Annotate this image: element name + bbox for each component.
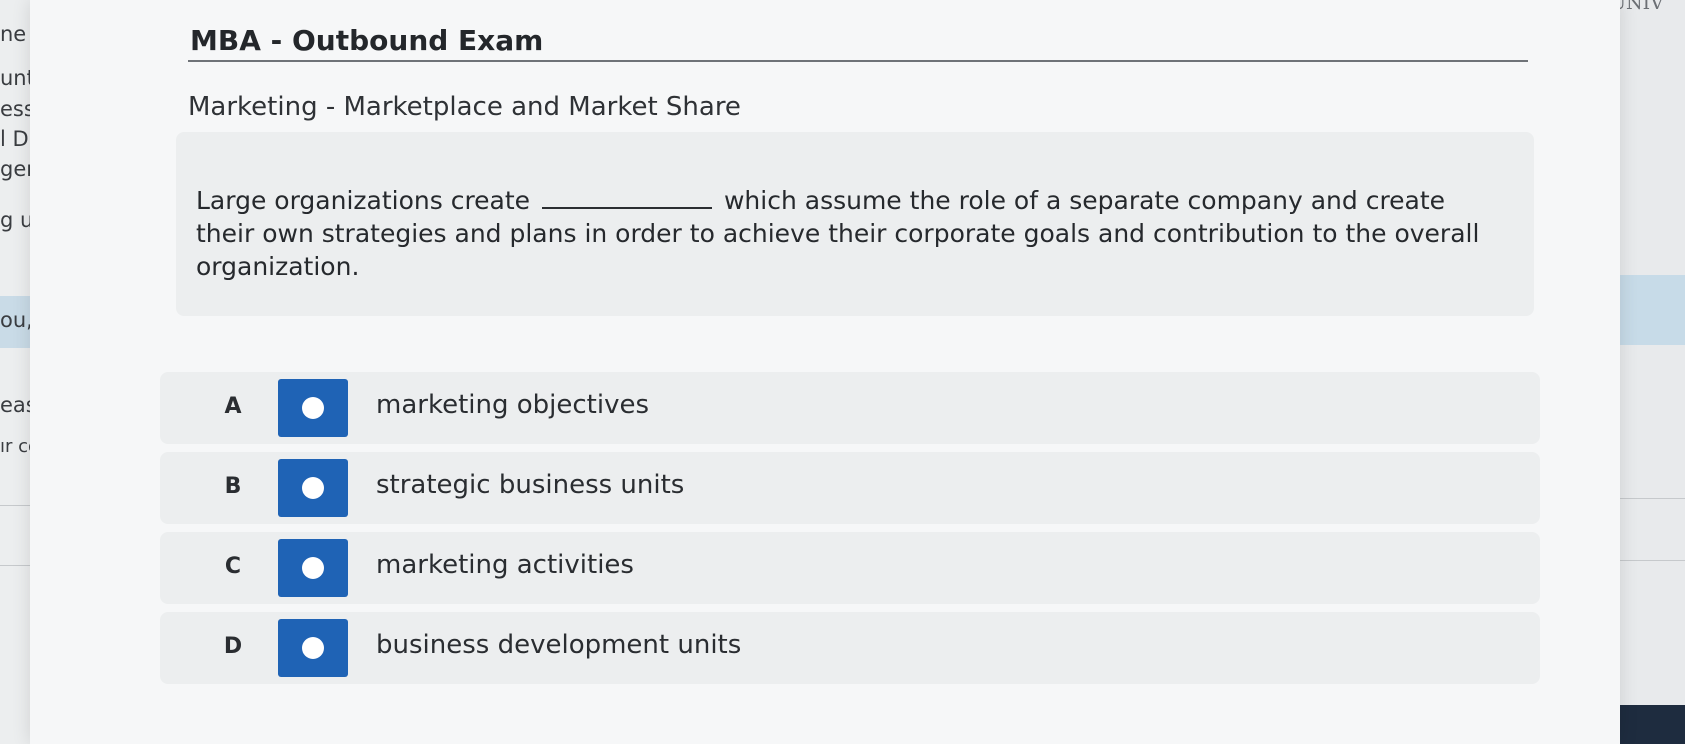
option-letter: D [223,634,243,659]
answer-option-c[interactable]: C marketing activities [160,532,1540,604]
question-box: Large organizations create which assume … [176,132,1534,316]
divider [1612,498,1685,499]
taskbar-fragment [1620,705,1685,744]
answer-option-d[interactable]: D business development units [160,612,1540,684]
option-label: marketing objectives [376,390,650,420]
exam-title: MBA - Outbound Exam [190,24,544,57]
answer-option-b[interactable]: B strategic business units [160,452,1540,524]
radio-button[interactable] [278,459,348,517]
exam-subtitle: Marketing - Marketplace and Market Share [188,92,741,122]
radio-button[interactable] [278,379,348,437]
radio-dot-icon [302,477,324,499]
option-letter: A [224,394,242,419]
background-window-right [1610,0,1685,744]
radio-dot-icon [302,557,324,579]
answer-option-a[interactable]: A marketing objectives [160,372,1540,444]
radio-dot-icon [302,637,324,659]
radio-dot-icon [302,397,324,419]
divider [1612,560,1685,561]
option-label: marketing activities [376,550,634,580]
question-text-before-blank: Large organizations create [196,186,531,215]
option-letter: C [224,554,242,579]
question-text: Large organizations create which assume … [196,184,1496,283]
option-label: strategic business units [376,470,685,500]
radio-button[interactable] [278,619,348,677]
title-divider [188,60,1528,62]
answer-blank [542,206,713,209]
exam-card: MBA - Outbound Exam Marketing - Marketpl… [30,0,1620,744]
radio-button[interactable] [278,539,348,597]
option-label: business development units [376,630,742,660]
option-letter: B [224,474,242,499]
